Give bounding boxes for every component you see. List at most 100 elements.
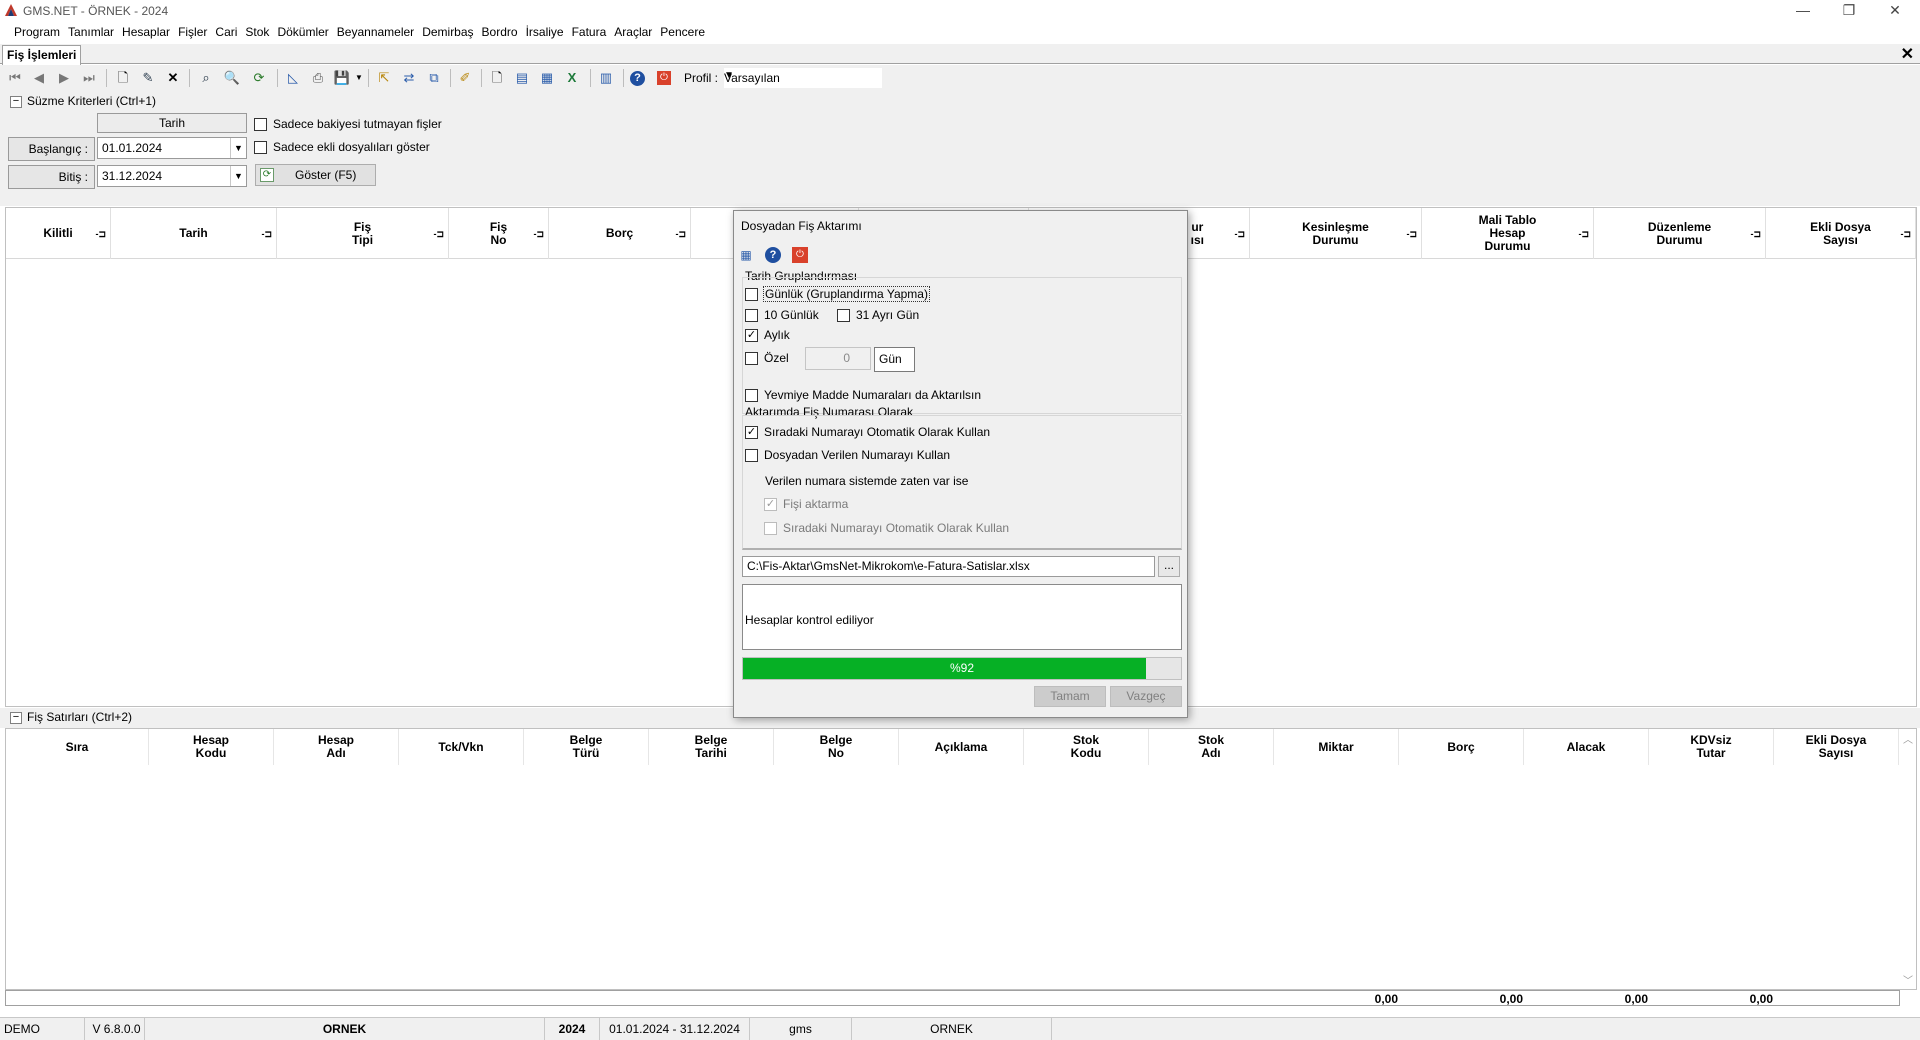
menu-fatura[interactable]: Fatura	[568, 22, 611, 40]
daily-checkbox[interactable]	[745, 288, 758, 301]
menu-tanimlar[interactable]: Tanımlar	[64, 22, 118, 40]
table-settings-icon[interactable]: ▦	[738, 247, 754, 263]
pin-icon[interactable]: -⊐	[1578, 228, 1589, 241]
scroll-down-icon[interactable]: ﹀	[1903, 972, 1913, 987]
import-icon[interactable]: ⇱	[375, 69, 393, 87]
custom-unit-select[interactable]: Gün	[874, 347, 915, 372]
column-header-stok-kodu[interactable]: Stok Kodu	[1024, 729, 1149, 765]
pin-icon[interactable]: -⊐	[533, 228, 544, 241]
menu-bordro[interactable]: Bordro	[478, 22, 522, 40]
menu-hesaplar[interactable]: Hesaplar	[118, 22, 174, 40]
pin-icon[interactable]: -⊐	[675, 228, 686, 241]
exit-icon[interactable]: ⏻	[792, 247, 808, 263]
save-dropdown-icon[interactable]: ▼	[350, 69, 368, 87]
journal-numbers-checkbox[interactable]	[745, 389, 758, 402]
exit-icon[interactable]: ⏻	[657, 71, 671, 85]
column-header-belge-no[interactable]: Belge No	[774, 729, 899, 765]
start-date-input[interactable]: 01.01.2024 ▼	[97, 137, 247, 159]
table-icon[interactable]: ▥	[597, 69, 615, 87]
scroll-up-icon[interactable]: ︿	[1903, 731, 1913, 746]
pin-icon[interactable]: -⊐	[433, 228, 444, 241]
column-header-stok-adi[interactable]: Stok Adı	[1149, 729, 1274, 765]
column-header-tarih[interactable]: Tarih -⊐	[111, 208, 277, 259]
custom-checkbox[interactable]	[745, 352, 758, 365]
attached-only-checkbox[interactable]	[254, 141, 267, 154]
menu-araclar[interactable]: Araçlar	[610, 22, 656, 40]
menu-irsaliye[interactable]: İrsaliye	[522, 22, 568, 40]
pin-icon[interactable]: -⊐	[95, 228, 106, 241]
pin-icon[interactable]: -⊐	[261, 228, 272, 241]
copy-icon[interactable]: ⧉	[425, 69, 443, 87]
chevron-down-icon[interactable]: ▼	[230, 166, 246, 186]
previous-record-icon[interactable]: ◀	[30, 69, 48, 87]
unbalanced-only-checkbox[interactable]	[254, 118, 267, 131]
edit-icon[interactable]: ✎	[139, 69, 157, 87]
file-path-input[interactable]: C:\Fis-Aktar\GmsNet-Mikrokom\e-Fatura-Sa…	[742, 556, 1155, 577]
pencil-edit-icon[interactable]: ✐	[456, 69, 474, 87]
last-record-icon[interactable]: ⏭	[80, 69, 98, 87]
close-tab-icon[interactable]: ✕	[1901, 44, 1914, 64]
transfer-icon[interactable]: ⇄	[400, 69, 418, 87]
column-header-kesinlesme-durumu[interactable]: Kesinleşme Durumu -⊐	[1250, 208, 1422, 259]
skip-voucher-checkbox[interactable]: ✓	[764, 498, 777, 511]
save-icon[interactable]: 💾	[333, 69, 351, 87]
pin-icon[interactable]: -⊐	[1406, 228, 1417, 241]
menu-dokumler[interactable]: Dökümler	[273, 22, 332, 40]
close-window-button[interactable]: ✕	[1872, 0, 1918, 22]
new-document-icon[interactable]: 🗋	[114, 69, 132, 87]
menu-fisler[interactable]: Fişler	[174, 22, 211, 40]
column-header-borc[interactable]: Borç	[1399, 729, 1524, 765]
excel-icon[interactable]: X	[563, 69, 581, 87]
cancel-button[interactable]: Vazgeç	[1110, 686, 1182, 707]
profile-select[interactable]: Varsayılan ▼	[724, 68, 882, 88]
thirty-one-day-checkbox[interactable]	[837, 309, 850, 322]
column-header-sira[interactable]: Sıra	[6, 729, 149, 765]
voucher-lines-grid[interactable]: Sıra Hesap Kodu Hesap Adı Tck/Vkn Belge …	[5, 728, 1917, 990]
show-button[interactable]: ⟳ Göster (F5)	[255, 164, 376, 186]
menu-cari[interactable]: Cari	[211, 22, 241, 40]
custom-days-input[interactable]: 0	[805, 347, 871, 370]
first-record-icon[interactable]: ⏮	[6, 69, 24, 87]
delete-icon[interactable]: ✕	[164, 69, 182, 87]
collapse-lines-icon[interactable]: −	[10, 712, 22, 724]
restore-button[interactable]: ❐	[1826, 0, 1872, 22]
column-header-hesap-adi[interactable]: Hesap Adı	[274, 729, 399, 765]
minimize-button[interactable]: —	[1780, 0, 1826, 22]
column-header-hesap-kodu[interactable]: Hesap Kodu	[149, 729, 274, 765]
help-icon[interactable]: ?	[630, 71, 645, 86]
column-header-miktar[interactable]: Miktar	[1274, 729, 1399, 765]
file-number-checkbox[interactable]	[745, 449, 758, 462]
column-header-belge-turu[interactable]: Belge Türü	[524, 729, 649, 765]
chevron-down-icon[interactable]: ▼	[230, 138, 246, 158]
pin-icon[interactable]: -⊐	[1750, 228, 1761, 241]
column-header-kilitli[interactable]: Kilitli -⊐	[6, 208, 111, 259]
binoculars-icon[interactable]: ⌕	[197, 69, 215, 87]
pin-icon[interactable]: -⊐	[1234, 228, 1245, 241]
column-header-ekli-dosya-sayisi[interactable]: Ekli Dosya Sayısı -⊐	[1766, 208, 1916, 259]
column-header-alacak[interactable]: Alacak	[1524, 729, 1649, 765]
column-header-borc[interactable]: Borç -⊐	[549, 208, 691, 259]
column-header-tck-vkn[interactable]: Tck/Vkn	[399, 729, 524, 765]
monthly-checkbox[interactable]: ✓	[745, 329, 758, 342]
ten-day-checkbox[interactable]	[745, 309, 758, 322]
document-list-icon[interactable]: ▤	[513, 69, 531, 87]
refresh-icon[interactable]: ⟳	[250, 69, 268, 87]
column-header-belge-tarihi[interactable]: Belge Tarihi	[649, 729, 774, 765]
column-header-kdvsiz-tutar[interactable]: KDVsiz Tutar	[1649, 729, 1774, 765]
auto-number-fallback-checkbox[interactable]	[764, 522, 777, 535]
menu-program[interactable]: Program	[10, 22, 64, 40]
column-header-aciklama[interactable]: Açıklama	[899, 729, 1024, 765]
page-icon[interactable]: 🗋	[488, 69, 506, 87]
pin-icon[interactable]: -⊐	[1900, 228, 1911, 241]
browse-button[interactable]: ...	[1158, 556, 1180, 577]
tab-fis-islemleri[interactable]: Fiş İşlemleri	[2, 45, 82, 65]
column-header-fis-tipi[interactable]: Fiş Tipi -⊐	[277, 208, 449, 259]
print-icon[interactable]: ⎙	[309, 69, 327, 87]
column-header-ekli-dosya-sayisi[interactable]: Ekli Dosya Sayısı	[1774, 729, 1899, 765]
help-icon[interactable]: ?	[765, 247, 781, 263]
column-header-fis-no[interactable]: Fiş No -⊐	[449, 208, 549, 259]
menu-stok[interactable]: Stok	[241, 22, 273, 40]
vertical-scrollbar[interactable]: ︿ ﹀	[1899, 729, 1916, 989]
menu-demirbas[interactable]: Demirbaş	[418, 22, 477, 40]
menu-pencere[interactable]: Pencere	[656, 22, 709, 40]
